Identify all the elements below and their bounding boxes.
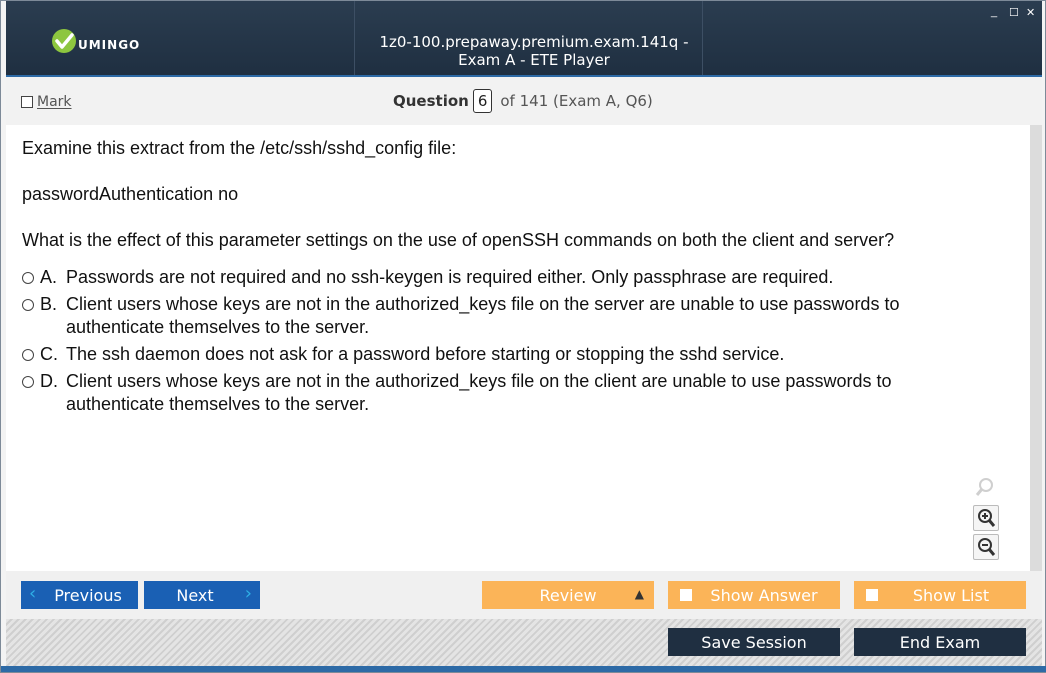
show-answer-label: Show Answer [710, 585, 818, 605]
previous-label: Previous [54, 585, 122, 605]
window-title: 1z0-100.prepaway.premium.exam.141q - Exa… [379, 33, 689, 69]
answer-option-a[interactable]: A. Passwords are not required and no ssh… [22, 266, 986, 289]
footer-bar: Save Session End Exam [6, 619, 1042, 667]
triangle-up-icon: ▲ [634, 587, 644, 601]
app-window: UMINGO 1z0-100.prepaway.premium.exam.141… [0, 0, 1046, 673]
answer-option-d[interactable]: D. Client users whose keys are not in th… [22, 370, 986, 416]
chevron-right-icon: › [244, 583, 252, 604]
logo-text: UMINGO [78, 38, 141, 52]
option-letter: B. [40, 294, 58, 314]
option-letter: C. [40, 344, 58, 364]
navigation-bar: ‹ Previous Next › Review ▲ Show Answer S… [6, 571, 1042, 619]
show-list-label: Show List [912, 585, 990, 605]
content-scrollbar[interactable] [1030, 125, 1042, 571]
question-of-total: of 141 (Exam A, Q6) [500, 92, 653, 110]
review-button[interactable]: Review ▲ [482, 581, 654, 609]
show-list-checkbox[interactable] [866, 589, 878, 601]
vumingo-logo-icon [52, 29, 76, 53]
radio-button-c[interactable] [22, 349, 34, 361]
next-label: Next [176, 585, 214, 605]
question-counter: Question 6 of 141 (Exam A, Q6) [393, 89, 653, 113]
question-header-bar: Mark Question 6 of 141 (Exam A, Q6) [6, 77, 1042, 125]
save-session-label: Save Session [701, 632, 807, 652]
zoom-out-icon[interactable] [973, 534, 999, 560]
option-letter: A. [40, 267, 58, 287]
answer-option-b[interactable]: B. Client users whose keys are not in th… [22, 293, 986, 339]
mark-checkbox[interactable]: Mark [21, 94, 72, 110]
option-text: Passwords are not required and no ssh-ke… [66, 267, 834, 287]
minimize-button[interactable]: _ [991, 6, 997, 18]
end-exam-label: End Exam [899, 632, 981, 652]
next-button[interactable]: Next › [144, 581, 260, 609]
chevron-left-icon: ‹ [29, 583, 37, 604]
title-bar: UMINGO 1z0-100.prepaway.premium.exam.141… [6, 1, 1042, 77]
end-exam-button[interactable]: End Exam [854, 628, 1026, 656]
option-text: Client users whose keys are not in the a… [66, 294, 900, 337]
question-line-2: passwordAuthentication no [22, 184, 239, 204]
show-list-button[interactable]: Show List [854, 581, 1026, 609]
radio-button-d[interactable] [22, 376, 34, 388]
answer-option-c[interactable]: C. The ssh daemon does not ask for a pas… [22, 343, 986, 366]
radio-button-a[interactable] [22, 272, 34, 284]
option-text: Client users whose keys are not in the a… [66, 371, 892, 414]
mark-checkbox-box[interactable] [21, 96, 33, 108]
question-line-1: Examine this extract from the /etc/ssh/s… [22, 138, 457, 158]
zoom-in-icon[interactable] [973, 505, 999, 531]
show-answer-button[interactable]: Show Answer [668, 581, 840, 609]
question-line-3: What is the effect of this parameter set… [22, 230, 895, 250]
question-number-input[interactable]: 6 [472, 89, 493, 113]
save-session-button[interactable]: Save Session [668, 628, 840, 656]
show-answer-checkbox[interactable] [680, 589, 692, 601]
option-letter: D. [40, 371, 58, 391]
title-divider-left [354, 1, 355, 75]
previous-button[interactable]: ‹ Previous [21, 581, 138, 609]
option-text: The ssh daemon does not ask for a passwo… [66, 344, 785, 364]
question-content: Examine this extract from the /etc/ssh/s… [6, 125, 1030, 571]
logo: UMINGO [51, 26, 140, 56]
question-label: Question [393, 92, 469, 110]
magnifier-icon[interactable] [973, 475, 997, 499]
bottom-accent-line [1, 666, 1046, 672]
maximize-button[interactable]: ☐ [1009, 6, 1019, 19]
review-label: Review [539, 585, 597, 605]
mark-label: Mark [37, 94, 72, 110]
close-button[interactable]: ✕ [1026, 6, 1035, 19]
radio-button-b[interactable] [22, 299, 34, 311]
